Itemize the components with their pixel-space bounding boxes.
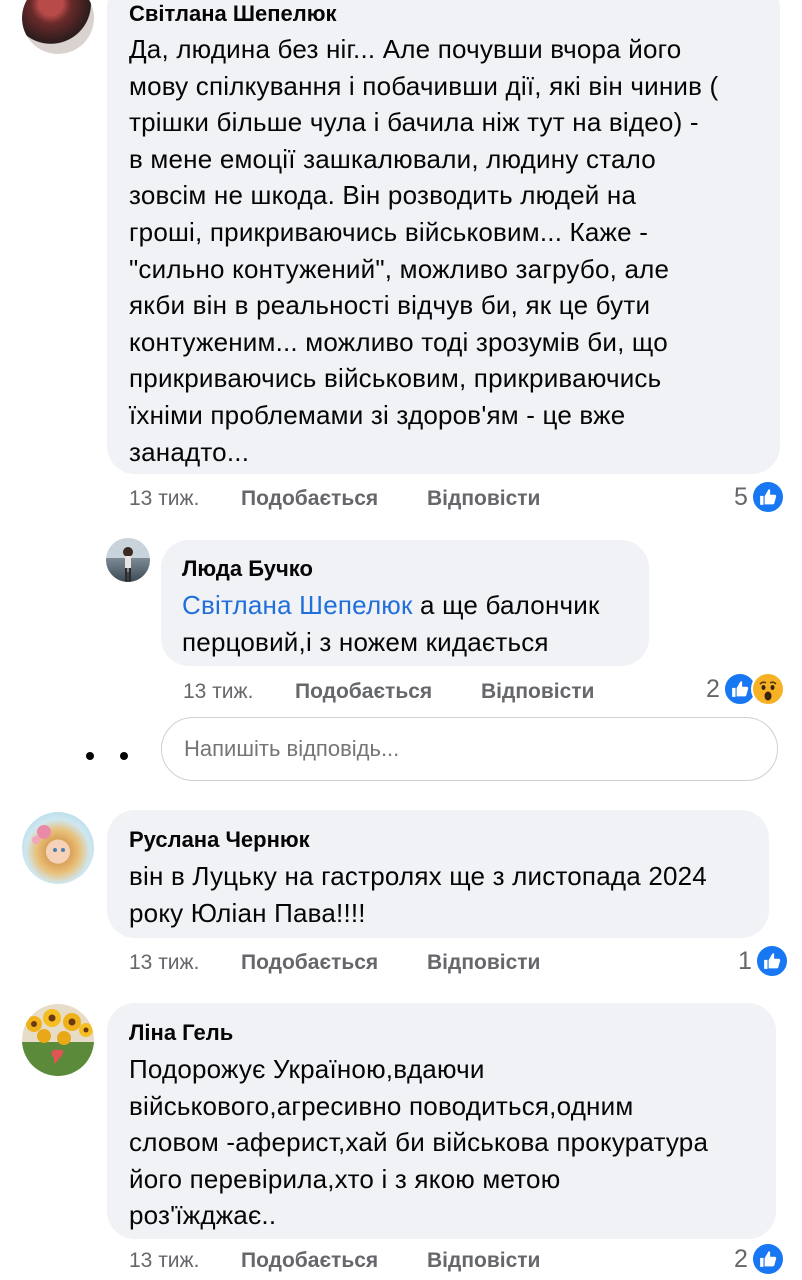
comment-time[interactable]: 13 тиж. [129,486,241,512]
avatar[interactable] [22,1004,94,1076]
comment-line: трішки більше чула і бачила ніж тут на в… [129,107,699,138]
comment-text: Світлана Шепелюк а ще балончик перцовий,… [182,587,627,660]
reaction-summary[interactable]: 2 [706,672,785,706]
comment-author[interactable]: Люда Бучко [182,555,627,583]
comment-line: гроші, прикриваючись військовим... Каже … [129,216,649,247]
reply-button[interactable]: Відповісти [427,950,540,976]
reaction-summary[interactable]: 2 [734,1242,785,1276]
thumbs-up-icon [754,944,789,978]
comment-line: роз'їжджає.. [129,1200,277,1231]
comment-meta: 13 тиж. Подобається Відповісти [183,679,594,705]
thumbs-up-icon [750,1242,785,1276]
comment-line: зовсім не шкода. Він розводить людей на [129,180,637,211]
comment-line: контуженим... можливо тоді зрозумів би, … [129,326,668,357]
thumbs-up-icon [750,480,785,514]
wow-emoji-icon [750,672,785,706]
comment-line-rest: а ще балончик [412,590,600,620]
comment-line: "сильно контужений", можливо загрубо, ал… [129,253,670,284]
comment-text: Подорожує Україною,вдаючи військового,аг… [129,1051,752,1234]
like-button[interactable]: Подобається [241,1248,427,1274]
comment-line: перцовий,і з ножем кидається [182,626,549,657]
comment-bubble: Люда Бучко Світлана Шепелюк а ще балончи… [161,540,649,666]
comment-text: Да, людина без ніг... Але почувши вчора … [129,31,756,470]
comment-line: занадто... [129,436,250,467]
comment-bubble: Ліна Гель Подорожує Україною,вдаючи війс… [107,1003,776,1239]
comment-author[interactable]: Світлана Шепелюк [129,0,756,28]
reaction-count: 2 [706,674,720,703]
comment-time[interactable]: 13 тиж. [129,950,241,976]
comment-line: якби він в реальності відчув би, як це б… [129,290,651,321]
comment-time[interactable]: 13 тиж. [129,1248,241,1274]
reaction-count: 1 [738,946,752,975]
avatar[interactable] [106,538,150,582]
comment-line: в мене емоції зашкалювали, людину стало [129,143,656,174]
comment-line: мову спілкування і побачивши дії, які ві… [129,70,719,101]
comment-text: він в Луцьку на гастролях ще з листопада… [129,858,745,931]
comment-meta: 13 тиж. Подобається Відповісти [129,950,540,976]
comment-author[interactable]: Руслана Чернюк [129,826,745,854]
comment-line: їхніми проблемами зі здоров'ям - це вже [129,399,626,430]
comment-line: року Юліан Пава!!!! [129,897,366,928]
comment-bubble: Руслана Чернюк він в Луцьку на гастролях… [107,810,769,938]
typing-indicator-dot [86,752,94,760]
comment-author[interactable]: Ліна Гель [129,1019,752,1047]
avatar[interactable] [22,0,94,54]
comment-bubble: Світлана Шепелюк Да, людина без ніг... А… [107,0,780,474]
comment-line: Подорожує Україною,вдаючи [129,1054,485,1084]
like-button[interactable]: Подобається [295,679,481,705]
comment-line: прикриваючись військовим, прикриваючись [129,363,662,394]
reaction-summary[interactable]: 5 [734,480,785,514]
comment-time[interactable]: 13 тиж. [183,679,295,705]
comment-line: військового,агресивно поводиться,одним [129,1090,634,1121]
reaction-summary[interactable]: 1 [738,944,789,978]
like-button[interactable]: Подобається [241,950,427,976]
reaction-count: 5 [734,482,748,511]
avatar[interactable] [22,812,94,884]
reaction-count: 2 [734,1244,748,1273]
reply-button[interactable]: Відповісти [427,486,540,512]
reply-input[interactable] [161,717,778,781]
reply-button[interactable]: Відповісти [481,679,594,705]
comment-meta: 13 тиж. Подобається Відповісти [129,486,540,512]
comment-line: його перевірила,хто і з якою метою [129,1163,561,1194]
like-button[interactable]: Подобається [241,486,427,512]
mention-link[interactable]: Світлана Шепелюк [182,590,413,620]
comment-meta: 13 тиж. Подобається Відповісти [129,1248,540,1274]
reply-button[interactable]: Відповісти [427,1248,540,1274]
comment-line: Да, людина без ніг... Але почувши вчора … [129,34,682,64]
comment-line: словом -аферист,хай би військова прокура… [129,1127,709,1158]
typing-indicator-dot [120,752,128,760]
comment-line: він в Луцьку на гастролях ще з листопада… [129,861,707,891]
comment-line: Світлана Шепелюк а ще балончик [182,587,627,624]
